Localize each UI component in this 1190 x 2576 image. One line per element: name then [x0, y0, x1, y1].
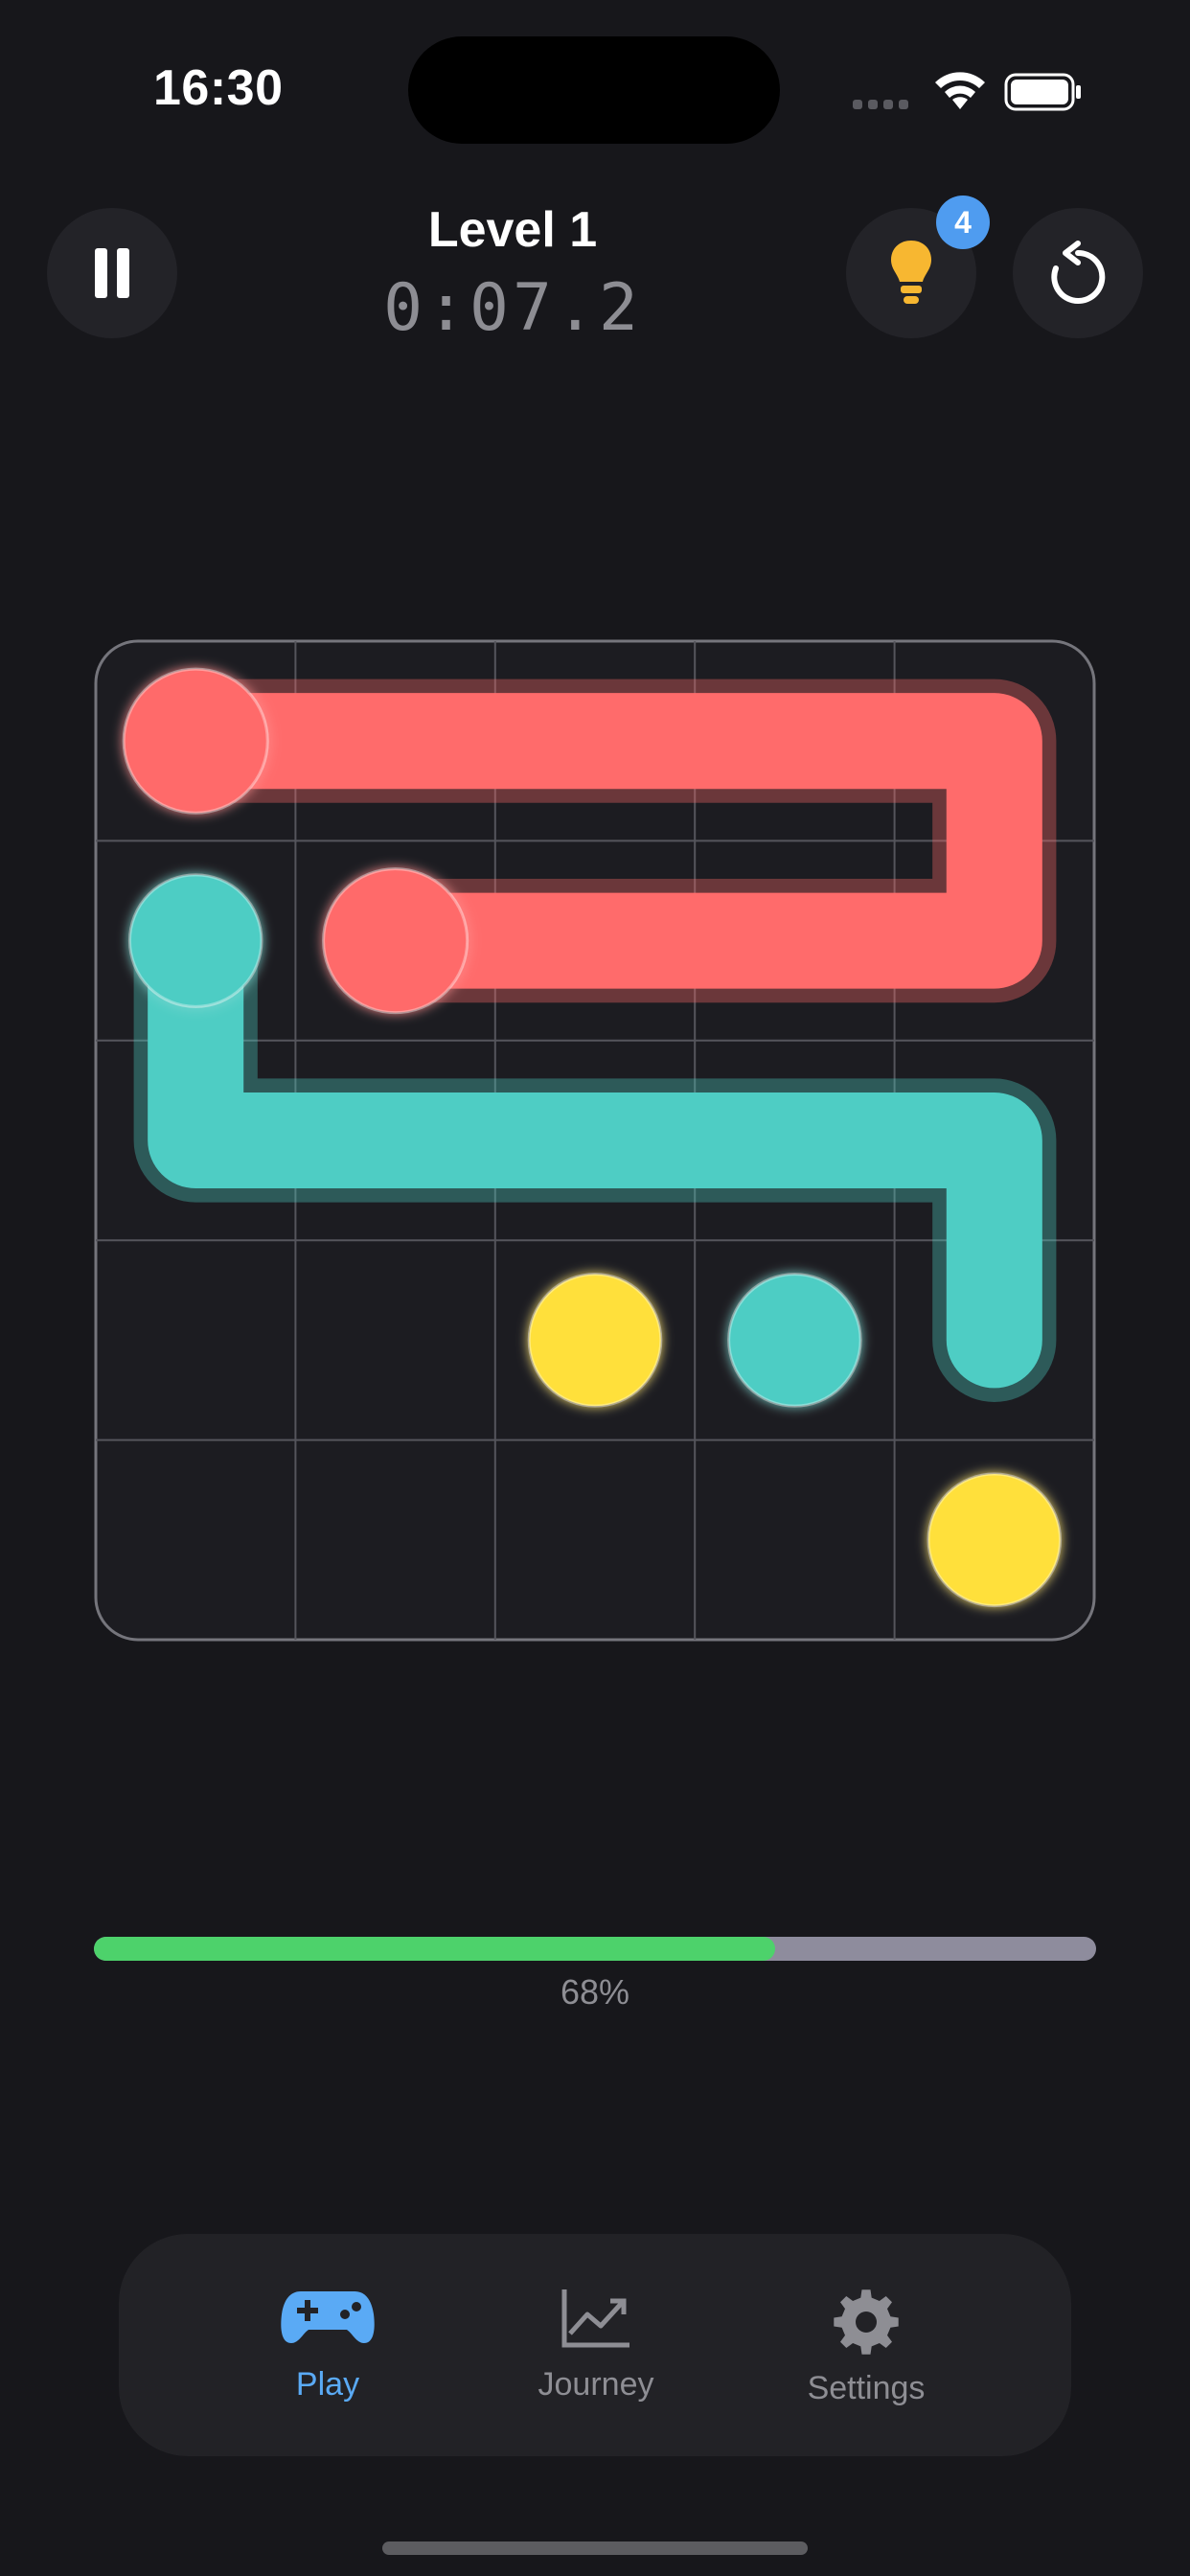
yellow-dot — [927, 1472, 1063, 1608]
status-time: 16:30 — [153, 60, 284, 116]
restart-icon — [1051, 241, 1106, 304]
progress-bar — [94, 1937, 1096, 1961]
progress-label: 68% — [560, 1972, 630, 2012]
tab-settings-label: Settings — [807, 2370, 926, 2406]
pause-button[interactable] — [47, 208, 177, 338]
restart-button[interactable] — [1013, 208, 1143, 338]
gear-icon — [834, 2289, 899, 2355]
level-title: Level 1 — [427, 202, 598, 258]
tab-play[interactable]: Play — [213, 2234, 443, 2456]
red-dot — [322, 867, 469, 1015]
game-board[interactable] — [94, 639, 1096, 1642]
pause-icon — [95, 248, 129, 298]
tab-journey-label: Journey — [538, 2366, 654, 2403]
tab-journey[interactable]: Journey — [481, 2234, 711, 2456]
teal-dot — [727, 1273, 862, 1408]
hint-count-badge: 4 — [936, 196, 990, 249]
yellow-dot — [527, 1273, 663, 1408]
teal-dot — [127, 873, 263, 1008]
level-timer: 0:07.2 — [383, 270, 642, 346]
battery-icon — [1004, 73, 1081, 111]
red-dot — [122, 667, 269, 815]
progress-fill — [94, 1937, 776, 1961]
tab-settings[interactable]: Settings — [751, 2234, 981, 2456]
wifi-icon — [935, 72, 985, 109]
lightbulb-icon — [891, 241, 931, 304]
cellular-signal-icon — [853, 100, 908, 109]
tab-play-label: Play — [295, 2366, 360, 2403]
tab-bar: Play Journey Settings — [119, 2234, 1071, 2456]
dynamic-island — [408, 36, 780, 144]
home-indicator — [382, 2542, 808, 2555]
chart-line-icon — [561, 2289, 629, 2348]
gamepad-icon — [281, 2291, 375, 2343]
game-screen: 16:30 Level 1 0:07.2 4 68% Play Journey … — [0, 0, 1190, 2576]
